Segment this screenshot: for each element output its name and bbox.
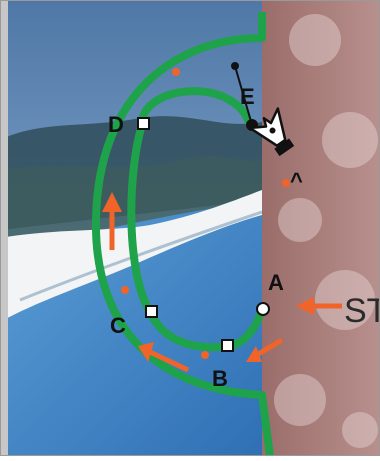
side-label: ST bbox=[344, 292, 380, 330]
anchor-label-e: E bbox=[240, 84, 255, 109]
anchor-label-b: B bbox=[212, 366, 228, 391]
canvas-viewport[interactable]: D E A C B ST ^ bbox=[0, 0, 380, 457]
anchor-a[interactable] bbox=[256, 302, 270, 316]
anchor-c[interactable] bbox=[145, 305, 158, 318]
cursor-modifier-caret: ^ bbox=[290, 168, 303, 193]
anchor-label-a: A bbox=[268, 270, 284, 295]
anchor-b[interactable] bbox=[221, 339, 234, 352]
anchor-label-d: D bbox=[108, 112, 124, 137]
background-photo bbox=[0, 0, 380, 456]
anchor-d[interactable] bbox=[137, 117, 150, 130]
anchor-label-c: C bbox=[110, 313, 126, 338]
